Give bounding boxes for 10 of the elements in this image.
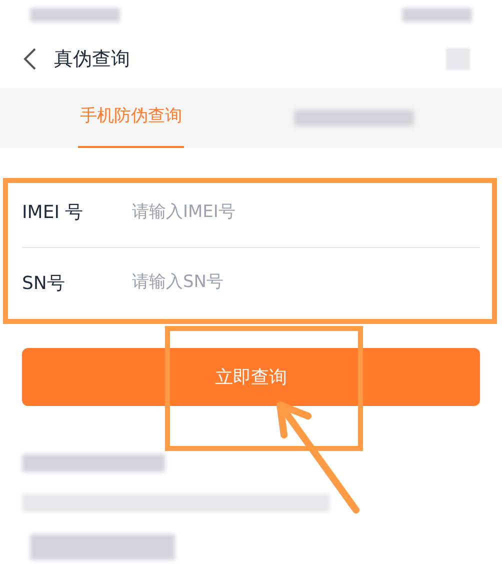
- redacted-block: [446, 48, 470, 70]
- field-label: SN号: [22, 272, 66, 296]
- submit-button[interactable]: 立即查询: [22, 348, 480, 406]
- back-icon[interactable]: [22, 47, 38, 71]
- tab[interactable]: 手机防伪查询: [78, 88, 184, 148]
- redacted-block: [402, 8, 472, 22]
- input-field[interactable]: 请输入SN号: [132, 270, 480, 296]
- field-label: IMEI 号: [22, 201, 84, 225]
- input-field[interactable]: 请输入IMEI号: [132, 200, 480, 226]
- page-title: 真伪查询: [54, 46, 130, 72]
